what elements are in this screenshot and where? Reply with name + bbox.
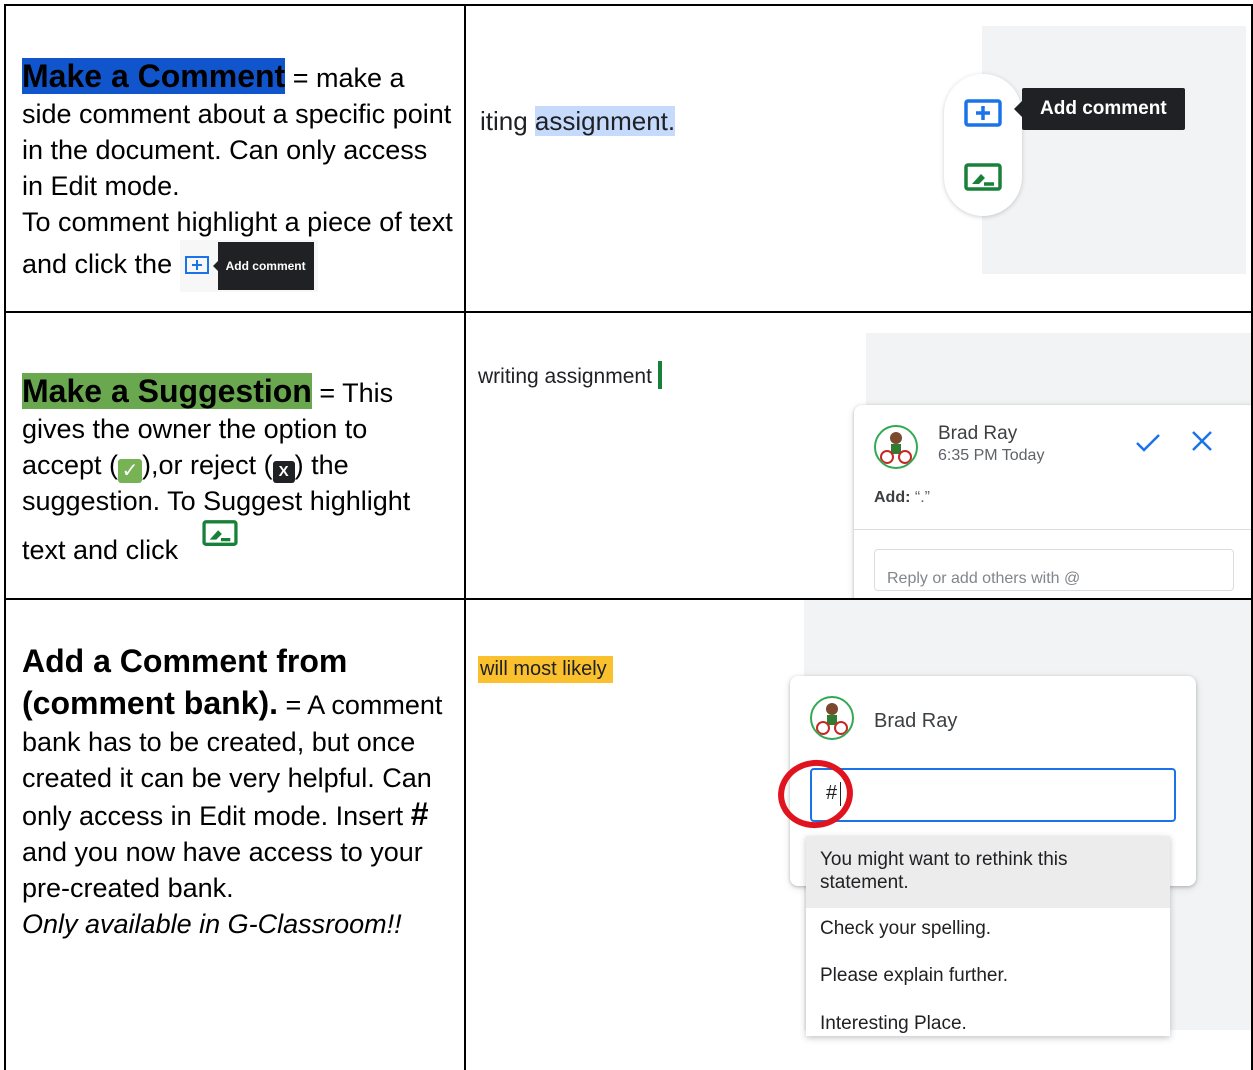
mini-add-comment-button: Add comment (179, 240, 318, 292)
floating-comment-toolbar (944, 74, 1022, 216)
add-comment-tooltip: Add comment (1014, 88, 1185, 130)
hash-symbol: # (410, 796, 429, 832)
cell-make-suggestion-text: Make a Suggestion = This gives the owner… (4, 311, 466, 600)
avatar-bike-icon (880, 432, 912, 464)
suggestion-item[interactable]: Check your spelling. (820, 918, 991, 940)
avatar (810, 696, 854, 740)
make-suggestion-heading: Make a Suggestion (22, 373, 312, 409)
row-comment-bank: Add a Comment from (comment bank). = A c… (4, 598, 1253, 1070)
suggestion-item[interactable]: You might want to rethink this statement… (806, 836, 1170, 908)
reply-placeholder: Reply or add others with @ (887, 570, 1081, 587)
selected-text: assignment. (534, 106, 676, 136)
add-comment-icon (964, 99, 1002, 127)
check-mark-icon: ✓ (118, 459, 143, 483)
comment-input[interactable]: # (810, 768, 1176, 822)
add-comment-button[interactable] (963, 98, 1003, 135)
cell-make-comment-text: Make a Comment = make a side comment abo… (4, 4, 466, 313)
tooltip-arrow (1014, 101, 1022, 117)
suggestion-add-line: Add: “.” (874, 489, 930, 506)
cell-make-suggestion-screenshot: writing assignment Brad Ray 6:35 PM Toda… (464, 311, 1253, 600)
row-make-suggestion: Make a Suggestion = This gives the owner… (4, 311, 1253, 600)
reject-suggestion-button[interactable] (1190, 429, 1214, 458)
suggest-edit-icon (964, 163, 1002, 191)
tutorial-table: Make a Comment = make a side comment abo… (4, 4, 1253, 1070)
make-suggestion-description: Make a Suggestion = This gives the owner… (22, 373, 411, 565)
mini-add-comment-tooltip: Add comment (212, 242, 314, 290)
suggest-edit-button[interactable] (963, 162, 1003, 199)
accept-suggestion-button[interactable] (1134, 431, 1162, 460)
cell-make-comment-screenshot: iting assignment. Add comment (464, 4, 1253, 313)
commenter-name: Brad Ray (874, 710, 958, 732)
cell-comment-bank-screenshot: will most likely Brad Ray # You might wa… (464, 598, 1253, 1070)
add-comment-icon (184, 256, 209, 274)
comment-bank-description: Add a Comment from (comment bank). = A c… (22, 643, 443, 939)
doc-text-highlighted: will most likely (478, 656, 613, 683)
make-comment-description: Make a Comment = make a side comment abo… (22, 58, 454, 292)
suggestion-item[interactable]: Interesting Place. (820, 1013, 967, 1035)
comment-bank-dropdown: You might want to rethink this statement… (806, 836, 1170, 1036)
suggestion-cursor (657, 361, 662, 389)
avatar-bike-icon (816, 703, 848, 735)
doc-text-selection: iting assignment. (480, 106, 676, 136)
avatar (874, 425, 918, 469)
reply-input[interactable]: Reply or add others with @ (874, 549, 1234, 591)
x-mark-icon: X (272, 461, 295, 483)
doc-text-suggestion: writing assignment (478, 361, 662, 389)
check-icon (1136, 434, 1160, 452)
comment-timestamp: 6:35 PM Today (938, 447, 1045, 464)
close-icon (1192, 431, 1212, 451)
suggest-edit-icon (202, 520, 238, 546)
classroom-note: Only available in G-Classroom!! (22, 909, 402, 939)
suggestion-item[interactable]: Please explain further. (820, 965, 1008, 987)
make-comment-heading: Make a Comment (22, 58, 286, 94)
row-make-comment: Make a Comment = make a side comment abo… (4, 4, 1253, 313)
cell-comment-bank-text: Add a Comment from (comment bank). = A c… (4, 598, 466, 1070)
suggestion-card: Brad Ray 6:35 PM Today Add: “.” Reply or… (854, 405, 1250, 597)
card-divider (854, 529, 1250, 530)
commenter-name: Brad Ray (938, 423, 1018, 444)
